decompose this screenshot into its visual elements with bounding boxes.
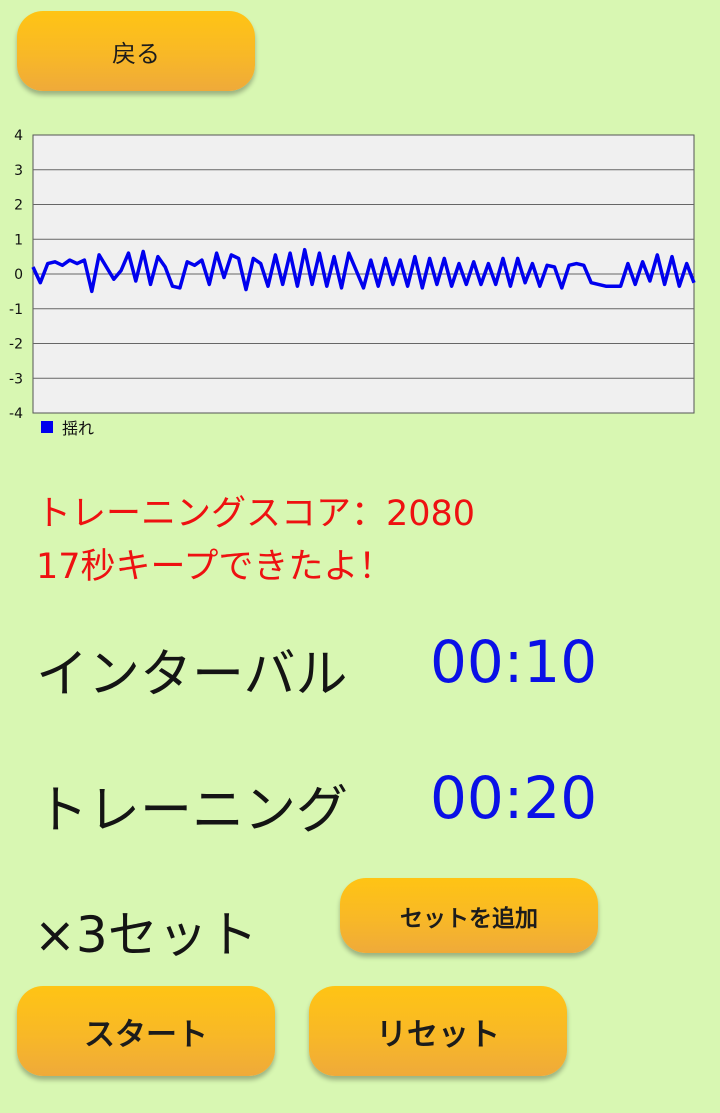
- interval-label: インターバル: [36, 645, 348, 705]
- training-label: トレーニング: [36, 781, 349, 841]
- reset-button[interactable]: リセット: [309, 986, 567, 1076]
- y-tick-label: 1: [14, 232, 23, 248]
- keep-time-message: 17秒キープできたよ！: [36, 547, 394, 587]
- y-tick-label: -1: [9, 302, 23, 318]
- y-axis-ticks: 4 3 2 1 0 -1 -2 -3 -4: [9, 128, 23, 422]
- y-tick-label: -2: [9, 337, 23, 353]
- start-button[interactable]: スタート: [17, 986, 275, 1076]
- interval-timer: 00:10: [430, 628, 598, 696]
- sway-chart: 4 3 2 1 0 -1 -2 -3 -4 揺れ: [9, 128, 696, 438]
- legend-swatch: [41, 421, 53, 433]
- training-timer: 00:20: [430, 764, 598, 832]
- legend-label: 揺れ: [62, 419, 94, 438]
- back-button[interactable]: 戻る: [17, 11, 255, 91]
- add-set-button[interactable]: セットを追加: [340, 878, 598, 953]
- y-tick-label: 4: [14, 128, 23, 144]
- y-tick-label: -3: [9, 371, 23, 387]
- y-tick-label: -4: [9, 406, 23, 422]
- y-tick-label: 2: [14, 198, 23, 214]
- set-count-label: ×3セット: [34, 906, 258, 964]
- training-score-text: トレーニングスコア：2080: [36, 494, 476, 534]
- y-tick-label: 0: [14, 267, 23, 283]
- y-tick-label: 3: [14, 163, 23, 179]
